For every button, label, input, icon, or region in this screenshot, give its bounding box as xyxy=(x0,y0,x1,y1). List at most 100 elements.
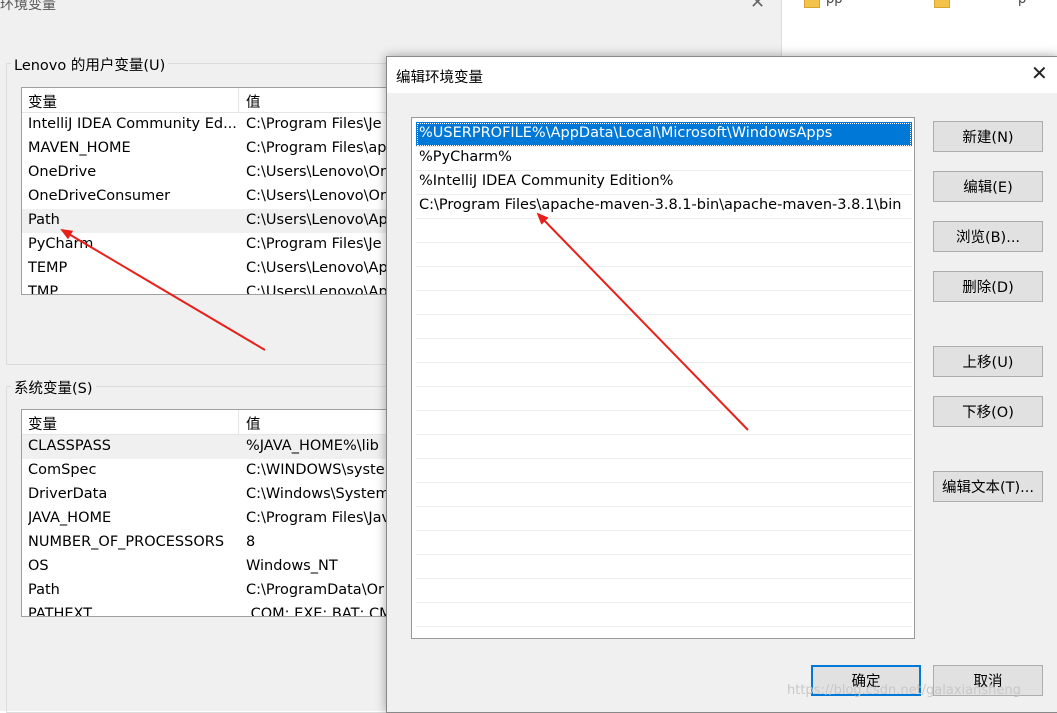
variable-name: OS xyxy=(28,558,49,574)
list-item[interactable]: C:\Program Files\apache-maven-3.8.1-bin\… xyxy=(416,194,912,219)
folder-icon xyxy=(804,0,820,8)
variable-value: C:\ProgramData\Or xyxy=(246,582,384,598)
list-item[interactable] xyxy=(416,218,912,243)
table-row[interactable]: JAVA_HOME C:\Program Files\Jav xyxy=(22,507,402,531)
table-row[interactable]: PATHEXT .COM;.EXE;.BAT;.CM xyxy=(22,603,402,617)
list-item[interactable] xyxy=(416,530,912,555)
variable-name: CLASSPASS xyxy=(28,438,112,454)
column-header-value[interactable]: 值 xyxy=(246,413,261,434)
variable-value: C:\Users\Lenovo\Or xyxy=(246,164,386,180)
edit-button[interactable]: 编辑(E) xyxy=(933,171,1043,202)
list-item[interactable] xyxy=(416,506,912,531)
column-header-variable[interactable]: 变量 xyxy=(28,91,57,112)
variable-value: C:\Users\Lenovo\Ap xyxy=(246,284,388,295)
variable-name: TEMP xyxy=(28,260,68,276)
variable-value: C:\WINDOWS\syste xyxy=(246,462,385,478)
table-row[interactable]: OneDriveConsumer C:\Users\Lenovo\Or xyxy=(22,185,402,209)
delete-button[interactable]: 删除(D) xyxy=(933,271,1043,302)
variable-value: C:\Program Files\Je xyxy=(246,236,382,252)
table-row[interactable]: CLASSPASS %JAVA_HOME%\lib xyxy=(22,435,402,459)
variable-name: PATHEXT xyxy=(28,606,93,617)
list-item[interactable] xyxy=(416,434,912,459)
move-down-button[interactable]: 下移(O) xyxy=(933,396,1043,427)
table-row[interactable]: NUMBER_OF_PROCESSORS 8 xyxy=(22,531,402,555)
list-item[interactable]: %PyCharm% xyxy=(416,146,912,171)
variable-value: %JAVA_HOME%\lib xyxy=(246,438,379,454)
folder-icon xyxy=(934,0,950,8)
list-item[interactable] xyxy=(416,290,912,315)
path-entries-list[interactable]: %USERPROFILE%\AppData\Local\Microsoft\Wi… xyxy=(411,117,915,639)
variable-value: C:\Program Files\ap xyxy=(246,140,387,156)
table-row[interactable]: TEMP C:\Users\Lenovo\Ap xyxy=(22,257,402,281)
close-icon[interactable]: ✕ xyxy=(750,0,765,13)
dialog-titlebar: 编辑环境变量 ✕ xyxy=(387,57,1057,93)
watermark-text: https://blog.csdn.net/galaxiansheng xyxy=(787,683,1021,698)
new-button[interactable]: 新建(N) xyxy=(933,121,1043,152)
table-row[interactable]: Path C:\Users\Lenovo\Ap xyxy=(22,209,402,233)
variable-value: Windows_NT xyxy=(246,558,338,574)
variable-name: DriverData xyxy=(28,486,108,502)
path-entry-text: %PyCharm% xyxy=(419,149,512,165)
window-title: 环境变量 xyxy=(0,0,56,13)
list-item[interactable] xyxy=(416,338,912,363)
list-item[interactable] xyxy=(416,242,912,267)
edit-text-button[interactable]: 编辑文本(T)... xyxy=(933,471,1043,502)
path-entry-text: %IntelliJ IDEA Community Edition% xyxy=(419,173,674,189)
table-row[interactable]: DriverData C:\Windows\System xyxy=(22,483,402,507)
user-variables-label: Lenovo 的用户变量(U) xyxy=(11,54,169,75)
variable-value: C:\Windows\System xyxy=(246,486,390,502)
system-variable-rows: CLASSPASS %JAVA_HOME%\lib ComSpec C:\WINDOW… xyxy=(22,435,402,617)
move-up-button[interactable]: 上移(U) xyxy=(933,346,1043,377)
list-item[interactable] xyxy=(416,386,912,411)
list-header: 变量 值 xyxy=(22,410,402,435)
user-variable-rows: IntelliJ IDEA Community Ed... C:\Program … xyxy=(22,113,402,295)
variable-value: C:\Users\Lenovo\Ap xyxy=(246,212,388,228)
variable-name: Path xyxy=(28,582,60,598)
variable-value: .COM;.EXE;.BAT;.CM xyxy=(246,606,392,617)
variable-value: C:\Program Files\Je xyxy=(246,116,382,132)
close-icon[interactable]: ✕ xyxy=(1031,61,1048,85)
variable-name: TMP xyxy=(28,284,59,295)
table-row[interactable]: PyCharm C:\Program Files\Je xyxy=(22,233,402,257)
list-item[interactable] xyxy=(416,266,912,291)
dialog-title: 编辑环境变量 xyxy=(396,70,483,86)
variable-name: MAVEN_HOME xyxy=(28,140,131,156)
table-row[interactable]: OS Windows_NT xyxy=(22,555,402,579)
table-row[interactable]: ComSpec C:\WINDOWS\syste xyxy=(22,459,402,483)
table-row[interactable]: IntelliJ IDEA Community Ed... C:\Program … xyxy=(22,113,402,137)
table-row[interactable]: Path C:\ProgramData\Or xyxy=(22,579,402,603)
variable-name: ComSpec xyxy=(28,462,97,478)
table-row[interactable]: MAVEN_HOME C:\Program Files\ap xyxy=(22,137,402,161)
system-variables-list[interactable]: 变量 值 CLASSPASS %JAVA_HOME%\lib ComSpec C:\W… xyxy=(21,409,403,617)
list-item[interactable] xyxy=(416,554,912,579)
variable-name: Path xyxy=(28,212,60,228)
list-item[interactable]: %USERPROFILE%\AppData\Local\Microsoft\Wi… xyxy=(416,122,912,147)
folder-label[interactable]: p xyxy=(1018,0,1026,7)
list-item[interactable] xyxy=(416,410,912,435)
list-item[interactable] xyxy=(416,482,912,507)
list-item[interactable] xyxy=(416,458,912,483)
variable-name: NUMBER_OF_PROCESSORS xyxy=(28,534,225,550)
variable-name: OneDriveConsumer xyxy=(28,188,171,204)
list-item[interactable]: %IntelliJ IDEA Community Edition% xyxy=(416,170,912,195)
table-row[interactable]: TMP C:\Users\Lenovo\Ap xyxy=(22,281,402,295)
column-header-value[interactable]: 值 xyxy=(246,91,261,112)
column-header-variable[interactable]: 变量 xyxy=(28,413,57,434)
variable-name: PyCharm xyxy=(28,236,94,252)
edit-environment-variable-dialog: 编辑环境变量 ✕ %USERPROFILE%\AppData\Local\Mic… xyxy=(386,56,1057,713)
variable-name: JAVA_HOME xyxy=(28,510,112,526)
table-row[interactable]: OneDrive C:\Users\Lenovo\Or xyxy=(22,161,402,185)
list-item[interactable] xyxy=(416,314,912,339)
variable-value: C:\Users\Lenovo\Ap xyxy=(246,260,388,276)
browse-button[interactable]: 浏览(B)... xyxy=(933,221,1043,252)
list-header: 变量 值 xyxy=(22,88,402,113)
list-item[interactable] xyxy=(416,602,912,627)
variable-name: IntelliJ IDEA Community Ed... xyxy=(28,116,237,132)
variable-value: 8 xyxy=(246,534,256,550)
list-item[interactable] xyxy=(416,578,912,603)
variable-name: OneDrive xyxy=(28,164,97,180)
list-item[interactable] xyxy=(416,362,912,387)
folder-label[interactable]: pp xyxy=(826,0,843,7)
user-variables-list[interactable]: 变量 值 IntelliJ IDEA Community Ed... C:\Pro… xyxy=(21,87,403,295)
variable-value: C:\Program Files\Jav xyxy=(246,510,391,526)
